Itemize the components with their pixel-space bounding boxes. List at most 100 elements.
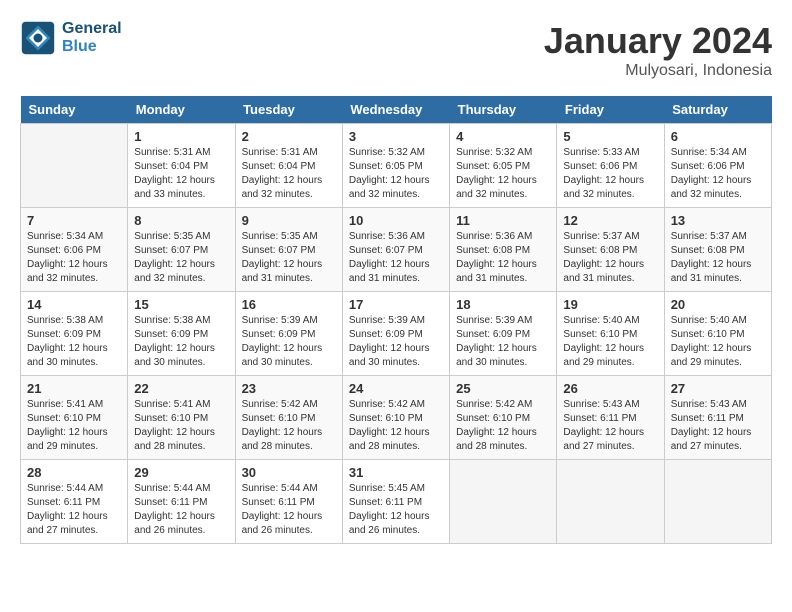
- calendar-cell: 24 Sunrise: 5:42 AMSunset: 6:10 PMDayligh…: [342, 376, 449, 460]
- day-number: 2: [242, 129, 336, 144]
- day-info: Sunrise: 5:41 AMSunset: 6:10 PMDaylight:…: [27, 398, 121, 454]
- calendar-week-1: 1 Sunrise: 5:31 AMSunset: 6:04 PMDaylight…: [21, 124, 772, 208]
- day-number: 16: [242, 297, 336, 312]
- day-number: 31: [349, 465, 443, 480]
- calendar-cell: 11Sunrise: 5:36 AMSunset: 6:08 PMDayligh…: [450, 208, 557, 292]
- day-number: 6: [671, 129, 765, 144]
- day-info: Sunrise: 5:44 AMSunset: 6:11 PMDaylight:…: [27, 482, 121, 538]
- day-info: Sunrise: 5:38 AMSunset: 6:09 PMDaylight:…: [134, 314, 228, 370]
- day-number: 19: [563, 297, 657, 312]
- weekday-header-sunday: Sunday: [21, 96, 128, 124]
- day-number: 22: [134, 381, 228, 396]
- day-number: 11: [456, 213, 550, 228]
- day-info: Sunrise: 5:37 AMSunset: 6:08 PMDaylight:…: [671, 230, 765, 286]
- weekday-header-thursday: Thursday: [450, 96, 557, 124]
- calendar-cell: 10Sunrise: 5:36 AMSunset: 6:07 PMDayligh…: [342, 208, 449, 292]
- logo: General Blue: [20, 20, 122, 56]
- day-info: Sunrise: 5:32 AMSunset: 6:05 PMDaylight:…: [349, 146, 443, 202]
- page-header: General Blue January 2024 Mulyosari, Ind…: [20, 20, 772, 80]
- calendar-cell: 27 Sunrise: 5:43 AMSunset: 6:11 PMDayligh…: [664, 376, 771, 460]
- day-number: 25: [456, 381, 550, 396]
- day-info: Sunrise: 5:37 AMSunset: 6:08 PMDaylight:…: [563, 230, 657, 286]
- calendar-cell: 3 Sunrise: 5:32 AMSunset: 6:05 PMDaylight…: [342, 124, 449, 208]
- calendar-week-5: 28 Sunrise: 5:44 AMSunset: 6:11 PMDayligh…: [21, 460, 772, 544]
- day-number: 24: [349, 381, 443, 396]
- weekday-header-monday: Monday: [128, 96, 235, 124]
- calendar-cell: 7Sunrise: 5:34 AMSunset: 6:06 PMDaylight…: [21, 208, 128, 292]
- calendar-cell: 29Sunrise: 5:44 AMSunset: 6:11 PMDayligh…: [128, 460, 235, 544]
- day-number: 14: [27, 297, 121, 312]
- day-number: 12: [563, 213, 657, 228]
- day-info: Sunrise: 5:34 AMSunset: 6:06 PMDaylight:…: [27, 230, 121, 286]
- day-number: 21: [27, 381, 121, 396]
- calendar-cell: 2 Sunrise: 5:31 AMSunset: 6:04 PMDaylight…: [235, 124, 342, 208]
- day-number: 8: [134, 213, 228, 228]
- calendar-cell: 23Sunrise: 5:42 AMSunset: 6:10 PMDayligh…: [235, 376, 342, 460]
- location: Mulyosari, Indonesia: [544, 62, 772, 80]
- day-number: 29: [134, 465, 228, 480]
- logo-text: General Blue: [62, 20, 122, 56]
- day-number: 23: [242, 381, 336, 396]
- calendar-cell: 26 Sunrise: 5:43 AMSunset: 6:11 PMDayligh…: [557, 376, 664, 460]
- day-number: 20: [671, 297, 765, 312]
- calendar-cell: 12 Sunrise: 5:37 AMSunset: 6:08 PMDayligh…: [557, 208, 664, 292]
- calendar-cell: [664, 460, 771, 544]
- calendar-cell: 19 Sunrise: 5:40 AMSunset: 6:10 PMDayligh…: [557, 292, 664, 376]
- day-number: 18: [456, 297, 550, 312]
- calendar-table: SundayMondayTuesdayWednesdayThursdayFrid…: [20, 96, 772, 544]
- day-info: Sunrise: 5:38 AMSunset: 6:09 PMDaylight:…: [27, 314, 121, 370]
- day-number: 3: [349, 129, 443, 144]
- calendar-cell: 25 Sunrise: 5:42 AMSunset: 6:10 PMDayligh…: [450, 376, 557, 460]
- calendar-cell: 14 Sunrise: 5:38 AMSunset: 6:09 PMDayligh…: [21, 292, 128, 376]
- day-info: Sunrise: 5:33 AMSunset: 6:06 PMDaylight:…: [563, 146, 657, 202]
- calendar-cell: 13 Sunrise: 5:37 AMSunset: 6:08 PMDayligh…: [664, 208, 771, 292]
- calendar-cell: 20 Sunrise: 5:40 AMSunset: 6:10 PMDayligh…: [664, 292, 771, 376]
- day-info: Sunrise: 5:45 AMSunset: 6:11 PMDaylight:…: [349, 482, 443, 538]
- calendar-cell: 8 Sunrise: 5:35 AMSunset: 6:07 PMDaylight…: [128, 208, 235, 292]
- day-info: Sunrise: 5:36 AMSunset: 6:07 PMDaylight:…: [349, 230, 443, 286]
- day-info: Sunrise: 5:42 AMSunset: 6:10 PMDaylight:…: [456, 398, 550, 454]
- day-number: 26: [563, 381, 657, 396]
- calendar-cell: 18 Sunrise: 5:39 AMSunset: 6:09 PMDayligh…: [450, 292, 557, 376]
- weekday-header-saturday: Saturday: [664, 96, 771, 124]
- day-info: Sunrise: 5:39 AMSunset: 6:09 PMDaylight:…: [242, 314, 336, 370]
- day-info: Sunrise: 5:39 AMSunset: 6:09 PMDaylight:…: [456, 314, 550, 370]
- calendar-week-2: 7Sunrise: 5:34 AMSunset: 6:06 PMDaylight…: [21, 208, 772, 292]
- day-info: Sunrise: 5:42 AMSunset: 6:10 PMDaylight:…: [349, 398, 443, 454]
- calendar-cell: 15Sunrise: 5:38 AMSunset: 6:09 PMDayligh…: [128, 292, 235, 376]
- calendar-cell: 5 Sunrise: 5:33 AMSunset: 6:06 PMDaylight…: [557, 124, 664, 208]
- calendar-cell: 9 Sunrise: 5:35 AMSunset: 6:07 PMDaylight…: [235, 208, 342, 292]
- day-info: Sunrise: 5:40 AMSunset: 6:10 PMDaylight:…: [563, 314, 657, 370]
- calendar-cell: 30 Sunrise: 5:44 AMSunset: 6:11 PMDayligh…: [235, 460, 342, 544]
- day-info: Sunrise: 5:34 AMSunset: 6:06 PMDaylight:…: [671, 146, 765, 202]
- day-info: Sunrise: 5:31 AMSunset: 6:04 PMDaylight:…: [242, 146, 336, 202]
- day-number: 13: [671, 213, 765, 228]
- month-title: January 2024: [544, 20, 772, 62]
- calendar-cell: 31 Sunrise: 5:45 AMSunset: 6:11 PMDayligh…: [342, 460, 449, 544]
- title-area: January 2024 Mulyosari, Indonesia: [544, 20, 772, 80]
- day-number: 28: [27, 465, 121, 480]
- calendar-cell: 22Sunrise: 5:41 AMSunset: 6:10 PMDayligh…: [128, 376, 235, 460]
- calendar-week-3: 14 Sunrise: 5:38 AMSunset: 6:09 PMDayligh…: [21, 292, 772, 376]
- day-number: 9: [242, 213, 336, 228]
- day-info: Sunrise: 5:39 AMSunset: 6:09 PMDaylight:…: [349, 314, 443, 370]
- day-info: Sunrise: 5:43 AMSunset: 6:11 PMDaylight:…: [671, 398, 765, 454]
- weekday-header-tuesday: Tuesday: [235, 96, 342, 124]
- day-info: Sunrise: 5:40 AMSunset: 6:10 PMDaylight:…: [671, 314, 765, 370]
- calendar-cell: [450, 460, 557, 544]
- day-info: Sunrise: 5:43 AMSunset: 6:11 PMDaylight:…: [563, 398, 657, 454]
- day-number: 1: [134, 129, 228, 144]
- day-info: Sunrise: 5:44 AMSunset: 6:11 PMDaylight:…: [242, 482, 336, 538]
- calendar-cell: 28 Sunrise: 5:44 AMSunset: 6:11 PMDayligh…: [21, 460, 128, 544]
- day-number: 5: [563, 129, 657, 144]
- general-blue-logo-icon: [20, 20, 56, 56]
- day-number: 30: [242, 465, 336, 480]
- calendar-cell: [21, 124, 128, 208]
- day-info: Sunrise: 5:35 AMSunset: 6:07 PMDaylight:…: [134, 230, 228, 286]
- day-info: Sunrise: 5:35 AMSunset: 6:07 PMDaylight:…: [242, 230, 336, 286]
- day-info: Sunrise: 5:32 AMSunset: 6:05 PMDaylight:…: [456, 146, 550, 202]
- day-number: 27: [671, 381, 765, 396]
- day-number: 17: [349, 297, 443, 312]
- calendar-cell: 16 Sunrise: 5:39 AMSunset: 6:09 PMDayligh…: [235, 292, 342, 376]
- calendar-cell: 21 Sunrise: 5:41 AMSunset: 6:10 PMDayligh…: [21, 376, 128, 460]
